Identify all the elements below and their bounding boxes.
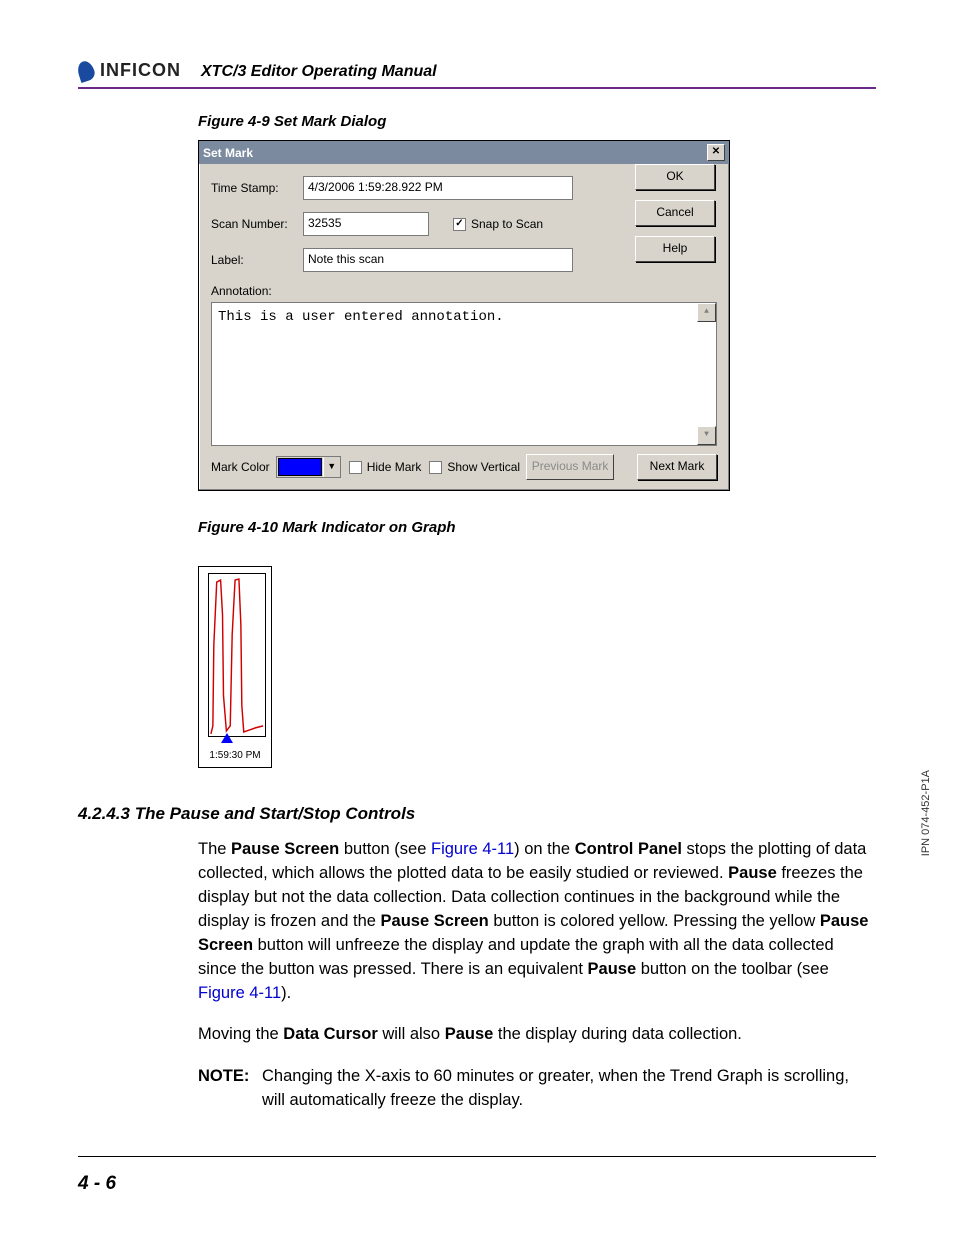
scroll-up-icon[interactable]: ▲	[697, 303, 716, 322]
ipn-code: IPN 074-452-P1A	[920, 770, 932, 856]
previous-mark-button[interactable]: Previous Mark	[526, 454, 614, 480]
cancel-button[interactable]: Cancel	[635, 200, 715, 226]
help-button[interactable]: Help	[635, 236, 715, 262]
mark-color-select[interactable]: ▼	[276, 456, 341, 478]
graph-trace-icon	[209, 574, 265, 736]
checkbox-icon	[429, 461, 442, 474]
set-mark-dialog: Set Mark ✕ OK Cancel Help Time Stamp: 4/…	[198, 140, 730, 491]
figure-4-9-caption: Figure 4-9 Set Mark Dialog	[198, 113, 876, 130]
mark-indicator-graph: 1:59:30 PM	[198, 566, 272, 768]
note-label: NOTE:	[198, 1065, 262, 1113]
page-header: INFICON XTC/3 Editor Operating Manual	[78, 60, 876, 89]
note-block: NOTE: Changing the X-axis to 60 minutes …	[198, 1065, 876, 1113]
figure-4-11-link[interactable]: Figure 4-11	[198, 984, 281, 1002]
logo-mark-icon	[75, 59, 96, 83]
body-paragraph-2: Moving the Data Cursor will also Pause t…	[198, 1023, 876, 1047]
label-label: Label:	[211, 253, 303, 267]
snap-to-scan-checkbox[interactable]: ✓ Snap to Scan	[453, 217, 543, 231]
time-stamp-label: Time Stamp:	[211, 181, 303, 195]
graph-time-label: 1:59:30 PM	[199, 750, 271, 761]
next-mark-button[interactable]: Next Mark	[637, 454, 717, 480]
note-text: Changing the X-axis to 60 minutes or gre…	[262, 1065, 876, 1113]
close-icon[interactable]: ✕	[707, 144, 725, 161]
label-input[interactable]: Note this scan	[303, 248, 573, 272]
figure-4-10-caption: Figure 4-10 Mark Indicator on Graph	[198, 519, 876, 536]
page-number: 4 - 6	[78, 1173, 116, 1195]
hide-mark-checkbox[interactable]: Hide Mark	[349, 460, 422, 474]
mark-arrow-icon	[221, 733, 233, 743]
checkbox-icon: ✓	[453, 218, 466, 231]
show-vertical-label: Show Vertical	[447, 460, 520, 474]
annotation-textarea[interactable]: This is a user entered annotation. ▲ ▼	[211, 302, 717, 446]
brand-logo: INFICON	[78, 60, 181, 81]
footer-rule	[78, 1156, 876, 1157]
hide-mark-label: Hide Mark	[367, 460, 422, 474]
annotation-text: This is a user entered annotation.	[218, 309, 504, 325]
chevron-down-icon: ▼	[323, 457, 340, 477]
color-swatch-icon	[278, 458, 322, 476]
show-vertical-checkbox[interactable]: Show Vertical	[429, 460, 520, 474]
checkbox-icon	[349, 461, 362, 474]
dialog-title-bar[interactable]: Set Mark ✕	[199, 141, 729, 164]
snap-to-scan-label: Snap to Scan	[471, 217, 543, 231]
time-stamp-input[interactable]: 4/3/2006 1:59:28.922 PM	[303, 176, 573, 200]
section-heading: 4.2.4.3 The Pause and Start/Stop Control…	[78, 804, 876, 824]
body-paragraph-1: The Pause Screen button (see Figure 4-11…	[198, 838, 876, 1005]
figure-4-11-link[interactable]: Figure 4-11	[431, 840, 514, 858]
scan-number-label: Scan Number:	[211, 217, 303, 231]
mark-color-label: Mark Color	[211, 460, 270, 474]
scan-number-input[interactable]: 32535	[303, 212, 429, 236]
brand-name: INFICON	[100, 60, 181, 81]
annotation-label: Annotation:	[211, 284, 303, 298]
dialog-title: Set Mark	[203, 146, 253, 160]
scroll-down-icon[interactable]: ▼	[697, 426, 716, 445]
manual-title: XTC/3 Editor Operating Manual	[201, 63, 437, 81]
ok-button[interactable]: OK	[635, 164, 715, 190]
